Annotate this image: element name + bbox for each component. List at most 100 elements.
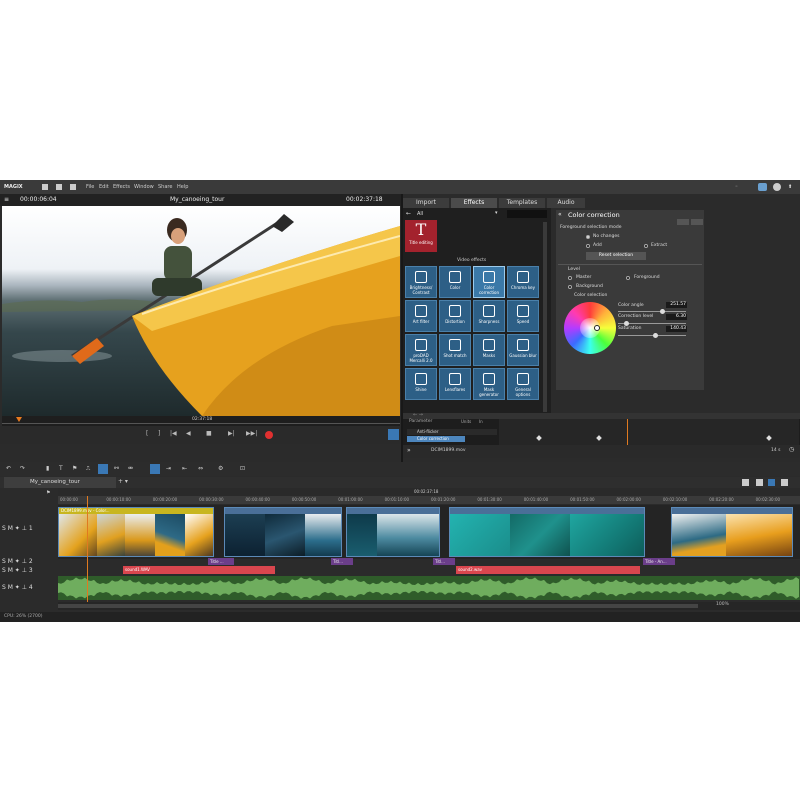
title-clip-3[interactable]: Titl...: [433, 558, 455, 565]
stop-button[interactable]: ■: [206, 430, 212, 437]
scene-mode-icon[interactable]: [781, 479, 788, 486]
delete-icon[interactable]: ▮: [46, 465, 49, 472]
reset-selection-button[interactable]: Reset selection: [586, 252, 646, 260]
undo-arrow-icon[interactable]: ← →: [413, 412, 423, 418]
double-chevron-icon[interactable]: »: [407, 447, 411, 454]
effect-tile-distortion[interactable]: Distortion: [439, 300, 471, 332]
keyframe-row-color-correction[interactable]: Color correction: [407, 436, 465, 442]
video-preview[interactable]: [2, 206, 400, 416]
expand-button[interactable]: [691, 219, 703, 225]
video-clip-1[interactable]: DCIM1899.mov - Color...: [58, 507, 214, 557]
effect-tile-lensflares[interactable]: Lensflares: [439, 368, 471, 400]
trim-tool-icon[interactable]: ⇤: [182, 465, 187, 472]
keyframe-playhead[interactable]: [627, 419, 628, 445]
mark-out-button[interactable]: ]: [158, 430, 160, 437]
menu-edit[interactable]: Edit: [99, 180, 109, 194]
menu-file[interactable]: File: [86, 180, 94, 194]
color-wheel-handle[interactable]: [594, 325, 600, 331]
audio-clip-1[interactable]: sound1.WAV: [123, 566, 275, 574]
tab-audio[interactable]: Audio: [547, 198, 585, 208]
effects-scrollbar[interactable]: [543, 222, 547, 412]
tab-effects[interactable]: Effects: [451, 198, 497, 208]
collapse-chevron-icon[interactable]: «: [558, 211, 562, 218]
record-button[interactable]: [265, 431, 273, 439]
marker-icon[interactable]: ⚑: [72, 465, 77, 472]
storyboard-mode-icon[interactable]: [756, 479, 763, 486]
scroll-thumb[interactable]: [58, 604, 698, 608]
effect-tile-prodad-mercalli-2-0[interactable]: proDAD Mercalli 2.0: [405, 334, 437, 366]
add-tab-icon[interactable]: + ▾: [118, 478, 128, 485]
effect-tile-brightness-contrast[interactable]: Brightness/ Contrast: [405, 266, 437, 298]
video-clip-3[interactable]: [346, 507, 440, 557]
clock-icon[interactable]: ◷: [789, 446, 794, 453]
keyframe-lane[interactable]: [499, 419, 799, 445]
export-frame-icon[interactable]: ⊡: [240, 465, 245, 472]
radio-extract[interactable]: [644, 244, 648, 248]
video-clip-5[interactable]: [671, 507, 793, 557]
audio-clip-2[interactable]: sound2.wav: [456, 566, 640, 574]
undo-icon[interactable]: ↶: [6, 465, 11, 472]
next-marker-button[interactable]: ▶|: [228, 430, 235, 437]
track-1-header[interactable]: S M ✦ ⊥ 1: [2, 525, 33, 532]
effect-tile-art-filter[interactable]: Art filter: [405, 300, 437, 332]
track-4-header[interactable]: S M ✦ ⊥ 4: [2, 584, 33, 591]
track-3-header[interactable]: S M ✦ ⊥ 3: [2, 567, 33, 574]
play-to-end-button[interactable]: ▶▶|: [246, 430, 257, 437]
pointer-tool-icon[interactable]: [150, 464, 160, 474]
text-icon[interactable]: T: [59, 465, 63, 472]
back-arrow-icon[interactable]: ←: [406, 210, 411, 217]
filter-select-value[interactable]: All: [417, 211, 423, 217]
color-angle-knob[interactable]: [660, 309, 665, 314]
preset-button[interactable]: [677, 219, 689, 225]
saturation-value[interactable]: 140.43: [666, 326, 687, 332]
timeline-position-bar[interactable]: 00:02:37:18: [58, 488, 800, 496]
redo-icon[interactable]: ↷: [20, 465, 25, 472]
settings-icon[interactable]: [773, 183, 781, 191]
step-back-button[interactable]: ◀: [186, 430, 191, 437]
title-clip-4[interactable]: Title - An...: [643, 558, 675, 565]
saturation-slider[interactable]: [618, 335, 686, 336]
chevron-down-icon[interactable]: ▾: [495, 210, 498, 216]
keyframe-point[interactable]: [766, 435, 772, 441]
info-icon[interactable]: ◦: [735, 180, 738, 194]
color-angle-value[interactable]: 251.57: [666, 302, 687, 308]
track-2-header[interactable]: S M ✦ ⊥ 2: [2, 558, 33, 565]
correction-level-value[interactable]: 6.30: [666, 314, 687, 320]
radio-foreground[interactable]: [626, 276, 630, 280]
keyframe-point[interactable]: [536, 435, 542, 441]
tab-import[interactable]: Import: [403, 198, 449, 208]
effect-tile-chroma-key[interactable]: Chroma key: [507, 266, 539, 298]
radio-background[interactable]: [568, 285, 572, 289]
range-tool-icon[interactable]: ⇥: [166, 465, 171, 472]
user-icon[interactable]: [758, 183, 767, 191]
video-clip-2[interactable]: [224, 507, 342, 557]
keyframe-row-antiflicker[interactable]: Anti-flicker: [407, 429, 497, 435]
mark-in-button[interactable]: [: [146, 430, 148, 437]
stretch-tool-icon[interactable]: ⇔: [198, 465, 203, 472]
radio-no-changes[interactable]: [586, 235, 590, 239]
view-mode-icon[interactable]: [742, 479, 749, 486]
menu-window[interactable]: Window: [134, 180, 154, 194]
menu-share[interactable]: Share: [158, 180, 172, 194]
effect-tile-general-options[interactable]: General options: [507, 368, 539, 400]
search-input[interactable]: [507, 210, 547, 218]
radio-add[interactable]: [586, 244, 590, 248]
title-editing-tile[interactable]: T Title editing: [405, 220, 437, 252]
upload-icon[interactable]: ⬆: [788, 180, 792, 194]
effect-tile-color[interactable]: Color: [439, 266, 471, 298]
storyboard-icon[interactable]: ⚙: [218, 465, 223, 472]
save-icon[interactable]: [70, 184, 76, 190]
effect-tile-mask-generator[interactable]: Mask generator: [473, 368, 505, 400]
player-scrubber[interactable]: 02:37:18: [2, 416, 400, 426]
scrub-marker[interactable]: [16, 417, 22, 422]
effect-tile-speed[interactable]: Speed: [507, 300, 539, 332]
title-clip-2[interactable]: Titl...: [331, 558, 353, 565]
saturation-knob[interactable]: [653, 333, 658, 338]
magnet-icon[interactable]: [98, 464, 108, 474]
timeline-playhead[interactable]: [87, 496, 88, 604]
effect-tile-masks[interactable]: Masks: [473, 334, 505, 366]
color-angle-slider[interactable]: [618, 311, 686, 312]
video-clip-4[interactable]: [449, 507, 645, 557]
open-folder-icon[interactable]: [56, 184, 62, 190]
tab-templates[interactable]: Templates: [499, 198, 545, 208]
